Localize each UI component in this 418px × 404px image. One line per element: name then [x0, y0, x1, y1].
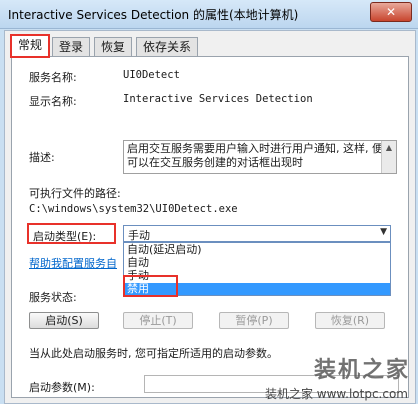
properties-dialog: 常规 登录 恢复 依存关系 服务名称: UI0Detect 显示名称: Inte…: [4, 30, 416, 404]
description-box: 启用交互服务需要用户输入时进行用户通知, 这样, 便可以在交互服务创建的对话框出…: [123, 140, 397, 174]
service-status-label: 服务状态:: [29, 291, 77, 304]
start-params-hint: 当从此处启动服务时, 您可指定所适用的启动参数。: [29, 347, 278, 360]
option-auto[interactable]: 自动: [124, 257, 390, 269]
chevron-down-icon: ▼: [380, 227, 387, 237]
close-button[interactable]: ✕: [370, 2, 412, 22]
startup-type-select[interactable]: 手动 ▼: [123, 225, 391, 242]
display-name-label: 显示名称:: [29, 95, 77, 108]
option-auto-delayed[interactable]: 自动(延迟启动): [124, 244, 390, 256]
tab-dependencies[interactable]: 依存关系: [136, 37, 199, 56]
window-title: Interactive Services Detection 的属性(本地计算机…: [8, 8, 299, 22]
tab-recovery[interactable]: 恢复: [94, 37, 133, 56]
start-button[interactable]: 启动(S): [29, 312, 99, 329]
tab-logon[interactable]: 登录: [52, 37, 91, 56]
description-label: 描述:: [29, 151, 55, 164]
resume-button[interactable]: 恢复(R): [315, 312, 385, 329]
startup-type-label: 启动类型(E):: [33, 230, 97, 243]
option-disabled[interactable]: 禁用: [124, 283, 390, 295]
path-label: 可执行文件的路径:: [29, 187, 121, 200]
title-bar: Interactive Services Detection 的属性(本地计算机…: [0, 0, 418, 29]
service-name-label: 服务名称:: [29, 71, 77, 84]
option-manual[interactable]: 手动: [124, 270, 390, 282]
service-name-value: UI0Detect: [123, 69, 180, 81]
general-panel: 服务名称: UI0Detect 显示名称: Interactive Servic…: [11, 56, 409, 398]
watermark-logo: 装机之家: [313, 357, 410, 383]
description-scrollbar[interactable]: ▲: [381, 141, 396, 173]
tab-general[interactable]: 常规: [9, 34, 51, 58]
help-configure-link[interactable]: 帮助我配置服务自: [29, 255, 117, 271]
scroll-up-arrow-icon: ▲: [385, 143, 393, 152]
pause-button[interactable]: 暂停(P): [219, 312, 289, 329]
stop-button[interactable]: 停止(T): [123, 312, 193, 329]
path-value: C:\windows\system32\UI0Detect.exe: [29, 203, 238, 215]
startup-type-selected: 手动: [128, 229, 150, 242]
close-icon: ✕: [385, 5, 397, 19]
description-text: 启用交互服务需要用户输入时进行用户通知, 这样, 便可以在交互服务创建的对话框出…: [127, 142, 383, 169]
startup-type-dropdown: 自动(延迟启动) 自动 手动 禁用: [123, 242, 391, 296]
watermark-site: 装机之家 www.lotpc.com: [264, 387, 408, 401]
display-name-value: Interactive Services Detection: [123, 93, 313, 105]
start-params-label: 启动参数(M):: [29, 381, 95, 394]
